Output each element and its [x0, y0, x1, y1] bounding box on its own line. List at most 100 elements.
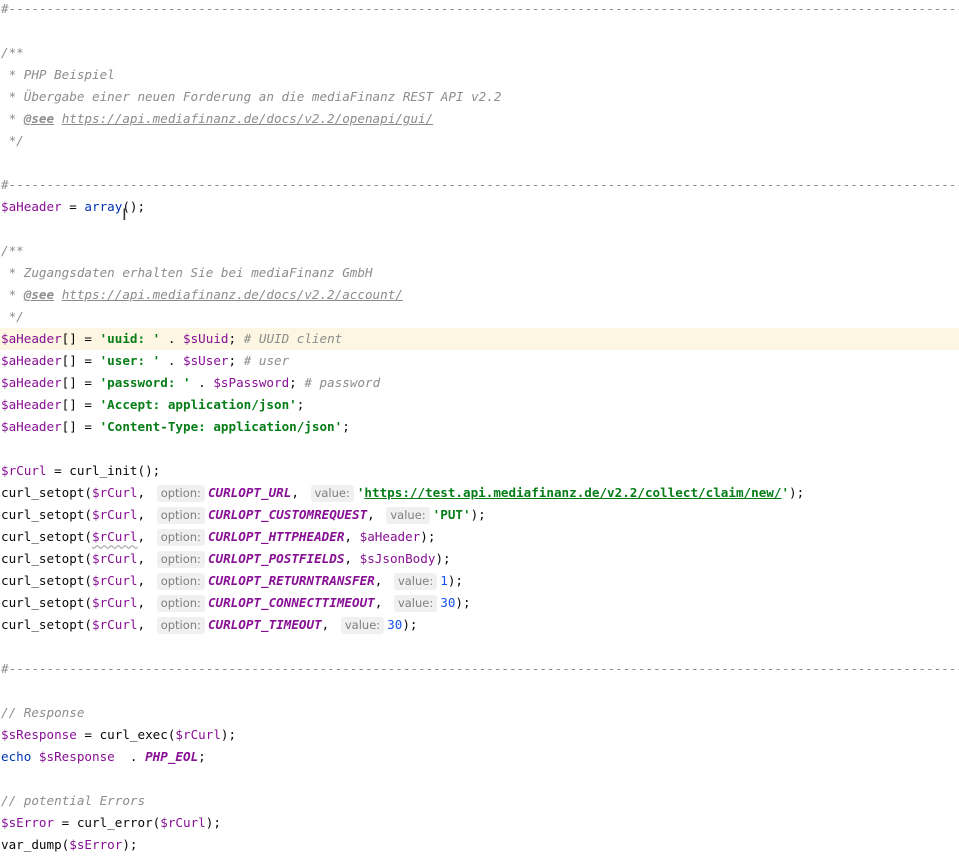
variable: $sPassword — [213, 375, 290, 390]
doc-comment-see-line: * @see https://api.mediafinanz.de/docs/v… — [0, 284, 959, 306]
parameter-hint-option: option: — [156, 617, 205, 634]
variable: $aHeader — [1, 353, 62, 368]
punctuation: ); — [220, 727, 237, 742]
punctuation: ; — [342, 419, 350, 434]
inline-comment: # UUID client — [236, 331, 343, 346]
parameter-hint-value: value: — [340, 617, 385, 634]
punctuation: , — [137, 573, 146, 588]
parameter-hint-value: value: — [393, 573, 438, 590]
separator-line: #---------------------------------------… — [1, 1, 959, 16]
function-call: curl_setopt( — [1, 551, 92, 566]
variable: $aHeader — [359, 529, 421, 544]
function-call: curl_setopt( — [1, 595, 92, 610]
string-literal: 'password: ' — [99, 375, 191, 390]
punctuation: , — [137, 617, 146, 632]
function-call: curl_setopt( — [1, 573, 92, 588]
doc-comment-line: * PHP Beispiel — [1, 67, 115, 82]
string-url-link[interactable]: https://test.api.mediafinanz.de/v2.2/col… — [364, 485, 781, 500]
doc-see-link[interactable]: https://api.mediafinanz.de/docs/v2.2/ope… — [62, 111, 434, 126]
variable: $rCurl — [92, 573, 138, 588]
doc-comment-prefix: * — [1, 287, 24, 302]
doc-see-tag: @see — [23, 287, 55, 302]
function-call: var_dump( — [1, 837, 70, 852]
code-line-setopt-customrequest: curl_setopt($rCurl, option: CURLOPT_CUSTO… — [0, 504, 959, 526]
constant: CURLOPT_TIMEOUT — [207, 617, 322, 632]
constant: CURLOPT_CUSTOMREQUEST — [207, 507, 368, 522]
code-line-setopt-postfields: curl_setopt($rCurl, option: CURLOPT_POSTF… — [0, 548, 959, 570]
string-literal: 'uuid: ' — [99, 331, 161, 346]
operator: . — [114, 749, 146, 764]
code-line-var-dump: var_dump($sError); — [0, 834, 959, 856]
operator: [] = — [61, 419, 100, 434]
constant: CURLOPT_URL — [207, 485, 292, 500]
punctuation: , — [374, 595, 383, 610]
line-comment: // potential Errors — [1, 793, 146, 808]
code-line-header-content-type: $aHeader[] = 'Content-Type: application/… — [0, 416, 959, 438]
operator: . — [160, 353, 184, 368]
operator: . — [190, 375, 214, 390]
line-comment: // Response — [1, 705, 85, 720]
punctuation: ; — [296, 397, 305, 412]
string-literal: 'Content-Type: application/json' — [99, 419, 343, 434]
punctuation: , — [367, 507, 375, 522]
function-call: curl_init — [69, 463, 138, 478]
variable: $rCurl — [160, 815, 206, 830]
variable: $rCurl — [92, 485, 138, 500]
operator: . — [160, 331, 184, 346]
punctuation: ; — [228, 331, 237, 346]
operator: = — [46, 463, 70, 478]
text-cursor-icon: I — [122, 205, 127, 224]
variable: $sResponse — [1, 727, 77, 742]
punctuation: , — [137, 485, 146, 500]
constant: CURLOPT_CONNECTTIMEOUT — [207, 595, 375, 610]
constant: CURLOPT_HTTPHEADER — [207, 529, 345, 544]
code-line-header-password: $aHeader[] = 'password: ' . $sPassword; … — [0, 372, 959, 394]
punctuation: , — [137, 551, 146, 566]
punctuation: , — [344, 529, 353, 544]
doc-see-link[interactable]: https://api.mediafinanz.de/docs/v2.2/acc… — [62, 287, 403, 302]
code-line-curl-error: $sError = curl_error($rCurl); — [0, 812, 959, 834]
variable: $aHeader — [1, 199, 62, 214]
variable: $aHeader — [1, 331, 62, 346]
code-line-setopt-returntransfer: curl_setopt($rCurl, option: CURLOPT_RETUR… — [0, 570, 959, 592]
operator: [] = — [61, 353, 100, 368]
doc-comment-open: /** — [1, 243, 24, 258]
punctuation: , — [374, 573, 383, 588]
inline-comment: # user — [236, 353, 290, 368]
parameter-hint-option: option: — [156, 573, 205, 590]
doc-comment-see-line: * @see https://api.mediafinanz.de/docs/v… — [0, 108, 959, 130]
doc-comment-line: * Übergabe einer neuen Forderung an die … — [1, 89, 502, 104]
punctuation: , — [344, 551, 353, 566]
variable: $sUuid — [183, 331, 229, 346]
string-literal: 'user: ' — [99, 353, 161, 368]
keyword: echo — [1, 749, 32, 764]
code-line-curl-init: $rCurl = curl_init(); — [0, 460, 959, 482]
variable: $sResponse — [31, 749, 115, 764]
code-line-echo: echo $sResponse . PHP_EOL; — [0, 746, 959, 768]
parameter-hint-option: option: — [156, 529, 205, 546]
variable: $rCurl — [175, 727, 221, 742]
function-call: curl_setopt( — [1, 529, 92, 544]
number-literal: 30 — [440, 595, 456, 610]
string-quote: ' — [781, 485, 790, 500]
parameter-hint-value: value: — [393, 595, 438, 612]
code-line-header-user: $aHeader[] = 'user: ' . $sUser; # user — [0, 350, 959, 372]
punctuation: ; — [198, 749, 206, 764]
code-editor[interactable]: #---------------------------------------… — [0, 0, 959, 856]
operator: = — [54, 815, 77, 830]
variable: $rCurl — [1, 463, 47, 478]
punctuation: , — [321, 617, 330, 632]
parameter-hint-option: option: — [156, 595, 205, 612]
code-line-curl-exec: $sResponse = curl_exec($rCurl); — [0, 724, 959, 746]
number-literal: 1 — [440, 573, 448, 588]
punctuation: ); — [470, 507, 486, 522]
variable: $sJsonBody — [359, 551, 436, 566]
variable: $rCurl — [92, 617, 138, 632]
parameter-hint-option: option: — [156, 507, 205, 524]
constant: CURLOPT_POSTFIELDS — [207, 551, 345, 566]
operator: = — [76, 727, 100, 742]
code-line-setopt-timeout: curl_setopt($rCurl, option: CURLOPT_TIMEO… — [0, 614, 959, 636]
function-call: curl_exec( — [99, 727, 176, 742]
operator: [] = — [61, 397, 100, 412]
operator: = — [61, 199, 85, 214]
